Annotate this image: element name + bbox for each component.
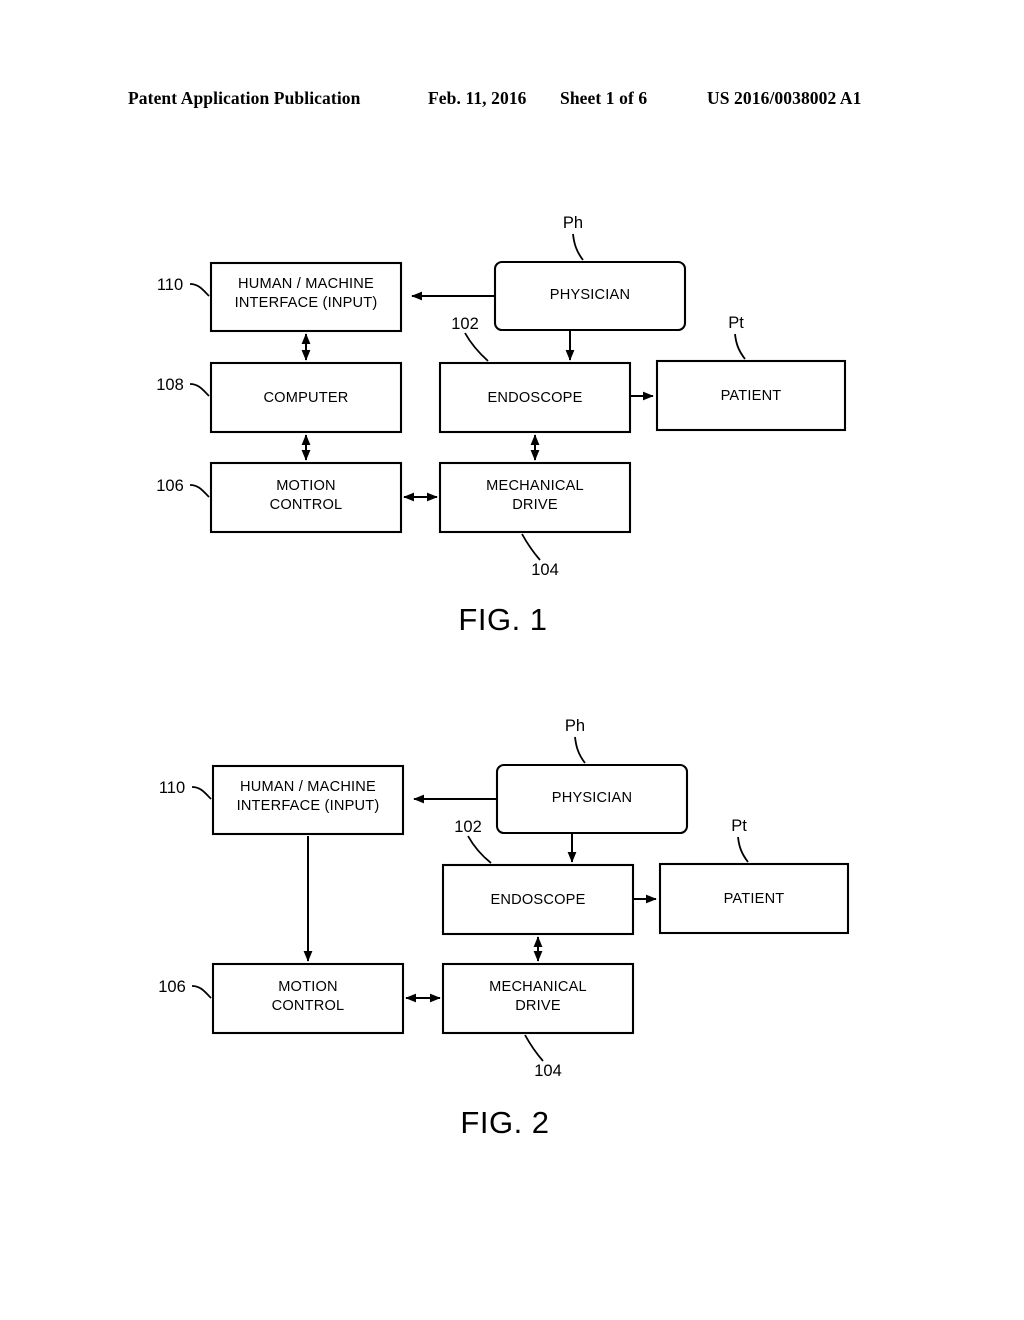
fig2-box-mechanical-drive: MECHANICAL DRIVE	[441, 962, 635, 1035]
fig1-box-mechanical-drive: MECHANICAL DRIVE	[438, 461, 632, 534]
fig1-patient-label: PATIENT	[721, 388, 782, 404]
fig1-caption: FIG. 1	[458, 602, 547, 637]
fig1-ref-110: 110	[157, 276, 183, 294]
fig2-ref-106: 106	[158, 978, 186, 996]
fig2-box-human-machine-interface: HUMAN / MACHINE INTERFACE (INPUT)	[211, 764, 405, 836]
fig2-box-motion-control: MOTION CONTROL	[211, 962, 405, 1035]
fig1-box-computer: COMPUTER	[209, 361, 403, 434]
fig2-hmi-label-line2: INTERFACE (INPUT)	[237, 798, 380, 814]
fig1-box-patient: PATIENT	[655, 359, 847, 432]
fig2-ref-102: 102	[454, 818, 482, 836]
patent-page: Patent Application Publication Feb. 11, …	[0, 0, 1024, 1320]
fig1-ref-104: 104	[531, 561, 559, 579]
fig1-ref-106: 106	[156, 477, 184, 495]
figure-1: HUMAN / MACHINE INTERFACE (INPUT) 110 PH…	[156, 214, 847, 637]
fig2-endoscope-label: ENDOSCOPE	[490, 892, 585, 908]
fig1-ref-108: 108	[156, 376, 184, 394]
fig1-ref-102: 102	[451, 315, 479, 333]
fig2-ref-104: 104	[534, 1062, 562, 1080]
fig1-box-human-machine-interface: HUMAN / MACHINE INTERFACE (INPUT)	[209, 261, 403, 333]
fig1-endoscope-label: ENDOSCOPE	[487, 390, 582, 406]
fig2-mech-label-line1: MECHANICAL	[489, 979, 587, 995]
fig2-box-physician: PHYSICIAN	[495, 763, 689, 835]
fig2-caption: FIG. 2	[460, 1105, 549, 1140]
fig1-motion-label-line1: MOTION	[276, 478, 336, 494]
fig2-mech-label-line2: DRIVE	[515, 998, 561, 1014]
fig2-ref-ph: Ph	[565, 717, 585, 735]
fig2-box-patient: PATIENT	[658, 862, 850, 935]
fig1-physician-label: PHYSICIAN	[550, 287, 630, 303]
fig1-computer-label: COMPUTER	[263, 390, 348, 406]
fig1-motion-label-line2: CONTROL	[270, 497, 343, 513]
fig1-ref-pt: Pt	[728, 314, 744, 332]
fig2-motion-label-line1: MOTION	[278, 979, 338, 995]
fig1-hmi-label-line1: HUMAN / MACHINE	[238, 276, 374, 292]
fig2-box-endoscope: ENDOSCOPE	[441, 863, 635, 936]
fig1-hmi-label-line2: INTERFACE (INPUT)	[235, 295, 378, 311]
fig1-box-endoscope: ENDOSCOPE	[438, 361, 632, 434]
fig2-ref-110: 110	[159, 779, 185, 797]
fig2-ref-pt: Pt	[731, 817, 747, 835]
fig1-box-motion-control: MOTION CONTROL	[209, 461, 403, 534]
fig2-patient-label: PATIENT	[724, 891, 785, 907]
fig2-hmi-label-line1: HUMAN / MACHINE	[240, 779, 376, 795]
fig1-ref-ph: Ph	[563, 214, 583, 232]
fig1-mech-label-line2: DRIVE	[512, 497, 558, 513]
figure-2: HUMAN / MACHINE INTERFACE (INPUT) 110 PH…	[158, 717, 850, 1140]
patent-figures: HUMAN / MACHINE INTERFACE (INPUT) 110 PH…	[156, 214, 850, 1140]
fig2-motion-label-line2: CONTROL	[272, 998, 345, 1014]
fig2-physician-label: PHYSICIAN	[552, 790, 632, 806]
fig1-box-physician: PHYSICIAN	[493, 260, 687, 332]
fig1-mech-label-line1: MECHANICAL	[486, 478, 584, 494]
